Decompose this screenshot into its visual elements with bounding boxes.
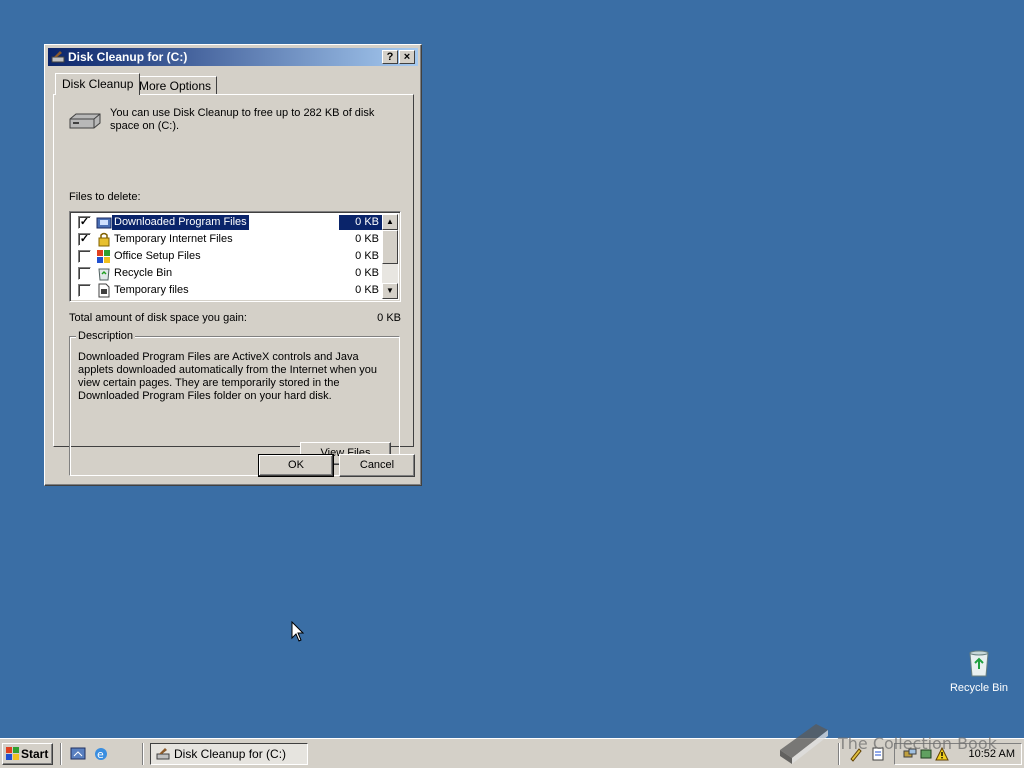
disk-cleanup-icon [156,748,170,760]
ok-button[interactable]: OK [258,454,334,477]
network-icon[interactable] [903,747,917,761]
office-setup-icon [97,250,110,263]
taskbar-separator [142,743,144,765]
file-name: Temporary Internet Files [114,233,233,245]
description-text: Downloaded Program Files are ActiveX con… [78,351,378,402]
scroll-thumb[interactable] [382,230,398,264]
start-button[interactable]: Start [2,743,53,765]
connection-icon[interactable] [919,747,933,761]
taskbar: Start e Disk Cleanup for (C:) 10:52 AM [0,738,1024,768]
title-bar[interactable]: Disk Cleanup for (C:) ? × [48,48,418,66]
description-legend: Description [76,330,136,342]
checkbox[interactable]: ✓ [78,233,91,246]
internet-explorer-icon[interactable]: e [93,746,109,762]
list-item[interactable]: ✓ Downloaded Program Files 0 KB [72,214,383,231]
scroll-down-button[interactable]: ▼ [382,283,398,299]
recycle-bin-icon [98,268,110,281]
taskbar-item-disk-cleanup[interactable]: Disk Cleanup for (C:) [150,743,308,765]
tab-disk-cleanup[interactable]: Disk Cleanup [55,73,141,95]
vertical-scrollbar[interactable]: ▲ ▼ [382,214,398,299]
list-item[interactable]: Recycle Bin 0 KB [72,265,383,282]
close-button[interactable]: × [399,50,415,64]
file-name: Temporary files [114,284,189,296]
file-name: Office Setup Files [114,250,201,262]
list-item[interactable]: ✓ Temporary Internet Files 0 KB [72,231,383,248]
file-size: 0 KB [339,215,383,230]
checkbox[interactable] [78,250,91,263]
taskbar-item-label: Disk Cleanup for (C:) [174,747,287,761]
files-list[interactable]: ✓ Downloaded Program Files 0 KB ✓ Tempor… [69,211,401,302]
file-size: 0 KB [355,250,379,262]
checkbox[interactable]: ✓ [78,216,91,229]
notepad-icon[interactable] [870,746,886,762]
recycle-bin-label: Recycle Bin [949,682,1009,694]
total-space-label: Total amount of disk space you gain: [69,312,247,324]
hard-drive-icon [69,113,101,129]
file-name: Downloaded Program Files [112,215,249,230]
svg-text:e: e [97,748,104,761]
pen-icon[interactable] [848,746,864,762]
disk-cleanup-dialog: Disk Cleanup for (C:) ? × Disk Cleanup M… [44,44,422,486]
taskbar-separator [838,743,840,765]
file-name: Recycle Bin [114,267,173,279]
list-item[interactable]: Temporary files 0 KB [72,282,383,299]
start-label: Start [21,747,49,761]
mouse-cursor-icon [291,621,305,642]
windows-logo-icon [6,747,19,760]
scroll-up-button[interactable]: ▲ [382,214,398,230]
list-item[interactable]: Office Setup Files 0 KB [72,248,383,265]
recycle-bin-icon [969,650,989,677]
show-desktop-icon[interactable] [70,746,86,762]
intro-text: You can use Disk Cleanup to free up to 2… [110,107,375,132]
disk-cleanup-icon [51,51,65,63]
files-to-delete-label: Files to delete: [69,191,141,203]
tab-panel: You can use Disk Cleanup to free up to 2… [53,94,414,476]
help-button[interactable]: ? [382,50,398,64]
file-size: 0 KB [355,233,379,245]
file-size: 0 KB [355,267,379,279]
desktop-recycle-bin[interactable]: Recycle Bin [948,648,1010,694]
cancel-button[interactable]: Cancel [339,454,415,477]
system-tray: 10:52 AM [894,743,1022,765]
total-space-value: 0 KB [377,312,401,324]
file-size: 0 KB [355,284,379,296]
taskbar-separator [60,743,62,765]
window-title: Disk Cleanup for (C:) [68,50,188,64]
lock-icon [98,232,110,247]
clock[interactable]: 10:52 AM [969,748,1015,760]
checkbox[interactable] [78,284,91,297]
warning-icon[interactable] [935,747,949,761]
temp-file-icon [98,283,110,298]
checkbox[interactable] [78,267,91,280]
downloaded-programs-icon [96,217,112,229]
tab-more-options[interactable]: More Options [133,76,218,94]
